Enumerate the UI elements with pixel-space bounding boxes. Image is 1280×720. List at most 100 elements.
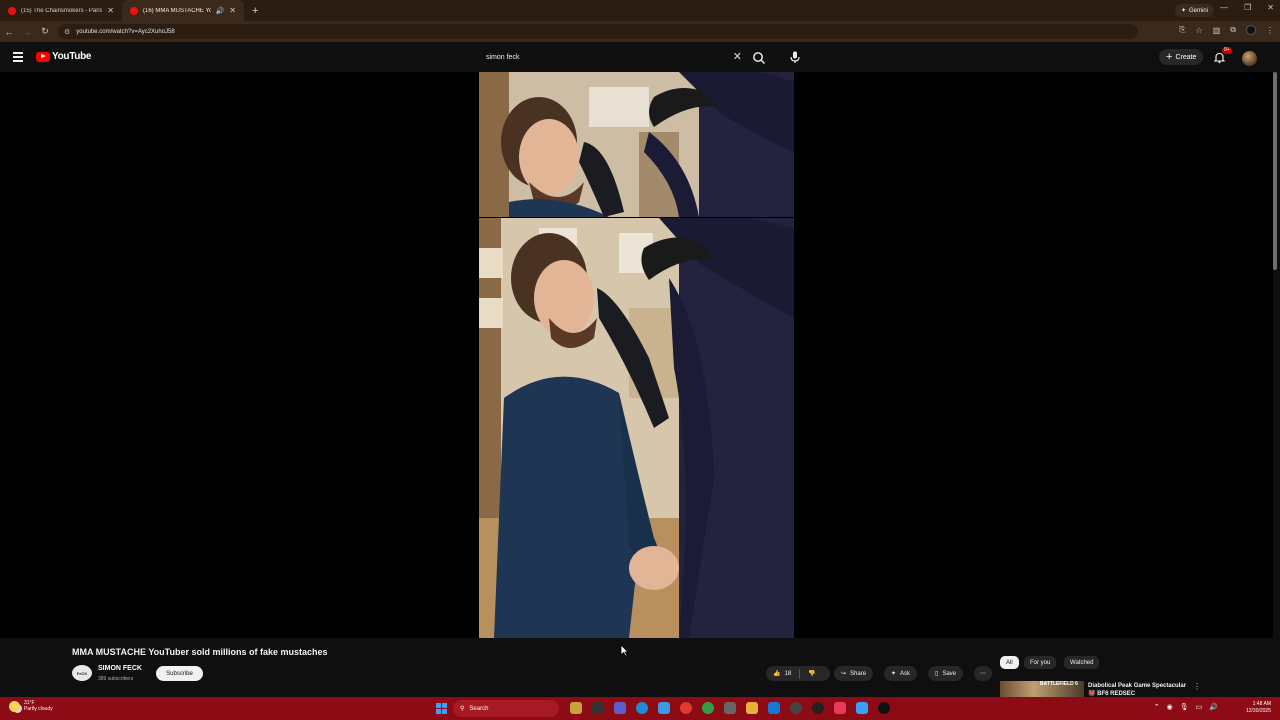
subscribe-button[interactable]: Subscribe [156, 666, 203, 681]
microphone-icon[interactable] [788, 50, 802, 64]
close-tab-icon[interactable]: ✕ [229, 6, 236, 15]
window-controls: — ❐ ✕ [1220, 3, 1274, 12]
clear-search-icon[interactable]: ✕ [733, 50, 742, 63]
more-vertical-icon[interactable]: ⋮ [1193, 682, 1201, 691]
windows-taskbar: 31°F Partly cloudy ⚲ Search ⌃ ◉ 🎙 ▭ 🔊 1:… [0, 697, 1280, 720]
plus-icon: + [1166, 51, 1173, 63]
music-icon[interactable] [834, 702, 846, 714]
browser-menu-icon[interactable]: ⋮ [1266, 26, 1274, 35]
like-count[interactable]: 18 [784, 671, 791, 677]
youtube-logo-text: YouTube [52, 51, 92, 62]
channel-avatar[interactable]: FeCK [72, 665, 92, 681]
url-field[interactable]: ⚙ youtube.com/watch?v=Ayc2XuhoJ58 [58, 24, 1138, 39]
speaker-icon[interactable]: 🔊 [1209, 703, 1218, 711]
reload-icon[interactable]: ↻ [36, 26, 54, 37]
thumbnail-text: BATTLEFIELD 6 [1040, 681, 1078, 687]
clock-time: 1:48 AM [1252, 701, 1271, 707]
weather-widget[interactable]: 31°F Partly cloudy [9, 700, 53, 712]
recommended-video-thumbnail[interactable]: BATTLEFIELD 6 [1000, 681, 1084, 697]
ask-button[interactable]: ✦ Ask [884, 666, 918, 681]
profile-avatar[interactable] [1246, 25, 1256, 35]
copilot-icon[interactable] [658, 702, 670, 714]
back-icon[interactable]: ← [0, 27, 18, 37]
site-info-icon[interactable]: ⚙ [64, 28, 70, 36]
browser-toolbar-icons: ⎘ ☆ ▥ ⧉ ⋮ [1179, 25, 1274, 35]
new-tab-button[interactable]: + [244, 5, 266, 17]
taskbar-pinned-apps [570, 702, 890, 714]
more-horizontal-icon: ⋯ [980, 671, 986, 677]
like-dislike-group: 👍 18 👎 [766, 666, 830, 681]
search-input[interactable]: simon feck ✕ [479, 48, 749, 66]
like-icon[interactable]: 👍 [773, 670, 780, 677]
subscriber-count: 389 subscribers [98, 676, 134, 682]
minimize-button[interactable]: — [1220, 3, 1228, 12]
store-icon[interactable] [768, 702, 780, 714]
chip-all[interactable]: All [1000, 656, 1019, 669]
url-text: youtube.com/watch?v=Ayc2XuhoJ58 [76, 28, 175, 35]
tab-title: (16) MMA MUSTACHE YouTu [143, 7, 211, 14]
chip-for-you[interactable]: For you [1024, 656, 1057, 669]
opera-icon[interactable] [680, 702, 692, 714]
video-frame-bottom [479, 218, 794, 638]
app-icon[interactable] [878, 702, 890, 714]
more-actions-button[interactable]: ⋯ [974, 666, 992, 681]
widgets-icon[interactable] [570, 702, 582, 714]
taskbar-clock[interactable]: 1:48 AM 12/30/2025 [1246, 701, 1271, 715]
speaker-icon[interactable]: 🔊 [216, 7, 225, 15]
mic-tray-icon[interactable]: 🎙 [1180, 703, 1189, 711]
forward-icon[interactable]: → [18, 27, 36, 37]
windows-start-icon[interactable] [436, 703, 447, 714]
monitor-icon[interactable]: ▭ [1196, 703, 1203, 711]
chrome-icon[interactable] [702, 702, 714, 714]
youtube-logo[interactable]: YouTube [36, 51, 92, 62]
share-icon: ↪ [841, 671, 847, 677]
search-icon[interactable] [752, 51, 766, 65]
video-still-top [479, 72, 794, 217]
video-still-bottom [479, 218, 794, 638]
taskbar-search-label: Search [469, 705, 489, 712]
file-explorer-icon[interactable] [746, 702, 758, 714]
bookmark-star-icon[interactable]: ☆ [1196, 26, 1203, 35]
install-app-icon[interactable]: ⎘ [1179, 25, 1185, 35]
user-avatar[interactable] [1242, 51, 1257, 66]
task-view-icon[interactable] [592, 702, 604, 714]
restore-button[interactable]: ❐ [1244, 3, 1251, 12]
settings-icon[interactable] [790, 702, 802, 714]
dislike-icon[interactable]: 👎 [808, 670, 815, 677]
video-player[interactable] [0, 72, 1273, 638]
calendar-icon[interactable] [724, 702, 736, 714]
youtube-header: YouTube simon feck ✕ + Create 9+ [0, 42, 1280, 72]
create-label: Create [1175, 53, 1197, 61]
recommended-video-title[interactable]: Diabolical Peak Game Spectacular 👹 BF6 R… [1088, 682, 1188, 698]
gemini-label: Gemini [1188, 7, 1208, 14]
video-title: MMA MUSTACHE YouTuber sold millions of f… [72, 647, 328, 657]
close-tab-icon[interactable]: ✕ [107, 6, 114, 15]
notification-count-badge: 9+ [1222, 47, 1232, 54]
gemini-sparkle-icon: ✦ [1180, 8, 1186, 14]
bookmark-icon: ▯ [935, 671, 939, 677]
search-icon: ⚲ [460, 706, 465, 712]
tray-overflow-icon[interactable]: ⌃ [1154, 703, 1160, 711]
chip-watched[interactable]: Watched [1064, 656, 1100, 669]
hamburger-menu-icon[interactable] [13, 52, 23, 64]
partly-cloudy-icon [9, 700, 20, 712]
create-button[interactable]: + Create [1159, 49, 1204, 65]
page-scrollbar[interactable] [1273, 72, 1277, 270]
github-icon[interactable] [812, 702, 824, 714]
channel-name[interactable]: SIMON FECK [98, 665, 142, 672]
edge-icon[interactable] [636, 702, 648, 714]
extensions-icon[interactable]: ⧉ [1230, 25, 1236, 35]
side-panel-icon[interactable]: ▥ [1213, 26, 1221, 35]
share-label: Share [850, 670, 867, 677]
notepad-icon[interactable] [856, 702, 868, 714]
share-button[interactable]: ↪ Share [834, 666, 874, 681]
teams-icon[interactable] [614, 702, 626, 714]
save-button[interactable]: ▯ Save [928, 666, 963, 681]
network-icon[interactable]: ◉ [1167, 703, 1173, 711]
channel-avatar-text: FeCK [76, 670, 88, 676]
close-window-button[interactable]: ✕ [1267, 3, 1274, 12]
tab-mma-mustache[interactable]: (16) MMA MUSTACHE YouTu 🔊 ✕ [122, 0, 244, 21]
gemini-button[interactable]: ✦ Gemini [1174, 4, 1214, 17]
taskbar-search[interactable]: ⚲ Search [453, 700, 559, 717]
tab-chainsmokers[interactable]: (15) The Chainsmokers - Paris ( ✕ [0, 0, 122, 21]
